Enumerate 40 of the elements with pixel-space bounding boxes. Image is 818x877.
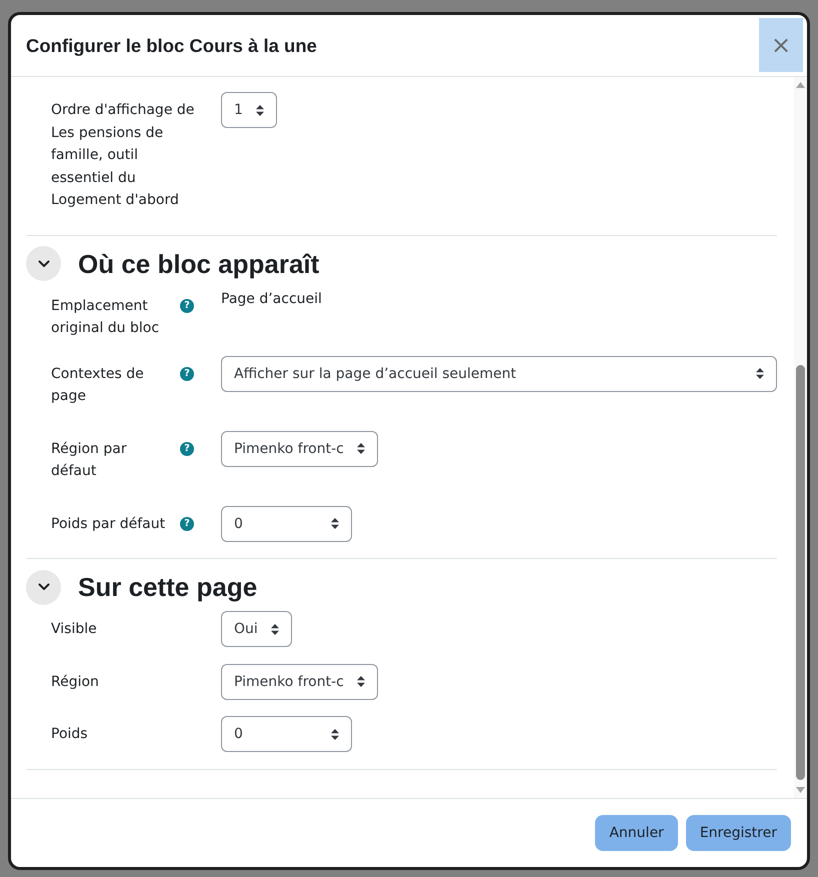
chevron-down-icon	[38, 260, 50, 268]
close-button[interactable]: ×	[759, 18, 803, 72]
field-label: Région par défaut	[51, 440, 128, 481]
scrollbar-thumb[interactable]	[796, 365, 805, 780]
field-value: Page d’accueil	[221, 290, 322, 308]
help-icon[interactable]: ?	[180, 298, 194, 312]
updown-arrows-icon	[331, 518, 339, 529]
field-label: Poids par défaut	[51, 514, 166, 534]
updown-arrows-icon	[270, 624, 279, 634]
dropdown[interactable]: Oui	[221, 611, 292, 647]
dialog-button[interactable]: Annuler	[595, 815, 678, 851]
field-label: Contextes de page	[51, 364, 145, 406]
updown-arrows-icon	[756, 368, 764, 379]
field-label: Ordre d'affichage de Les pensions de famille, outil essentiel du Logement d'abord	[51, 101, 196, 210]
scroll-up-arrow-icon[interactable]	[796, 82, 805, 88]
updown-arrows-icon	[331, 728, 339, 740]
dialog-title: Configurer le bloc Cours à la une	[26, 34, 317, 56]
dialog-button[interactable]: Enregistrer	[686, 815, 791, 851]
collapse-toggle[interactable]	[26, 570, 61, 604]
scroll-down-arrow-icon[interactable]	[796, 787, 805, 793]
dropdown[interactable]: 0	[221, 506, 352, 542]
field-label: Emplacement original du bloc	[51, 296, 160, 338]
field-label: Visible	[51, 620, 97, 639]
dropdown[interactable]: Afficher sur la page d’accueil seulement	[221, 356, 777, 392]
help-icon[interactable]: ?	[180, 366, 194, 380]
dropdown[interactable]: 0	[221, 716, 352, 752]
help-icon[interactable]: ?	[180, 516, 194, 530]
section-heading: Où ce bloc apparaît	[78, 248, 320, 280]
dropdown[interactable]: Pimenko front-c	[221, 430, 378, 466]
chevron-down-icon	[38, 583, 50, 591]
dropdown[interactable]: 1	[221, 92, 277, 128]
section-heading: Sur cette page	[78, 571, 258, 604]
dropdown[interactable]: Pimenko front-c	[221, 664, 378, 700]
field-label: Poids	[51, 725, 88, 744]
field-label: Région	[51, 672, 99, 692]
updown-arrows-icon	[256, 104, 264, 116]
collapse-toggle[interactable]	[26, 246, 61, 281]
updown-arrows-icon	[356, 676, 365, 687]
help-icon[interactable]: ?	[180, 442, 194, 456]
updown-arrows-icon	[356, 443, 365, 454]
